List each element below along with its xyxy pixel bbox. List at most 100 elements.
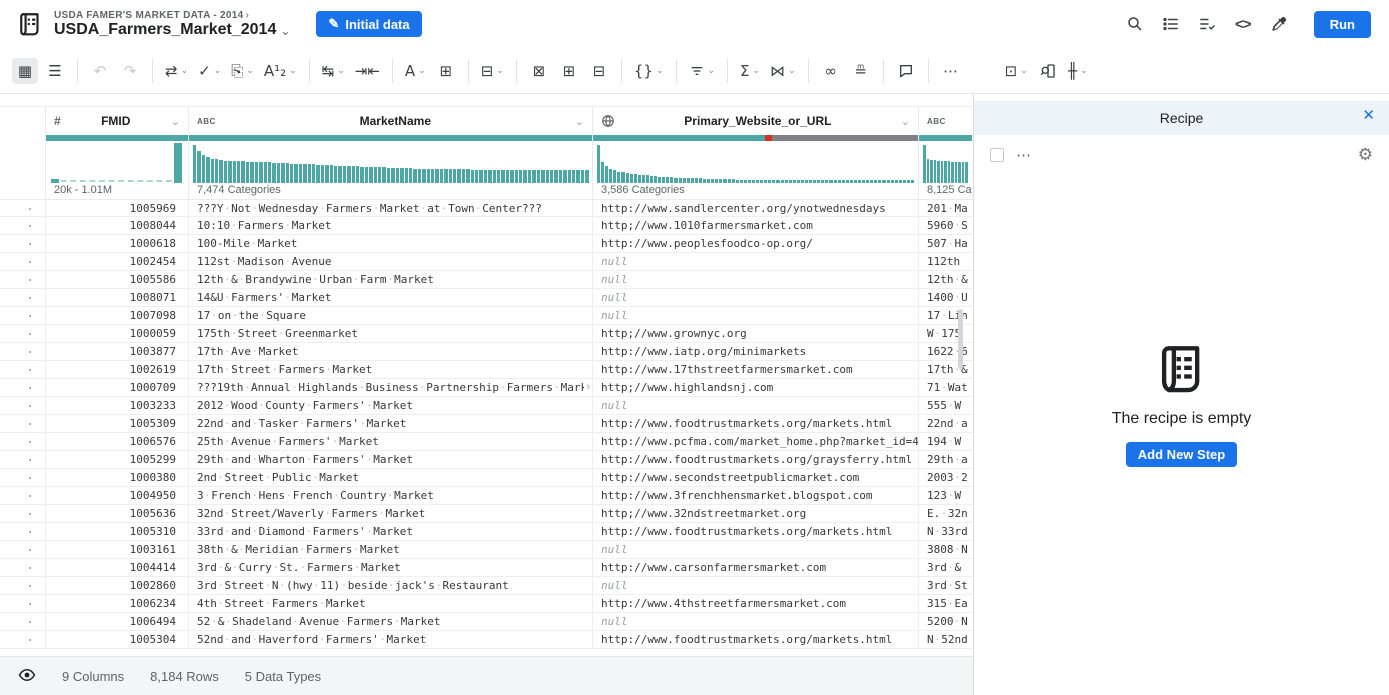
add-new-step-button[interactable]: Add New Step (1126, 442, 1237, 467)
cell-fmid[interactable]: 1005636 (45, 505, 188, 522)
table-row[interactable]: 10049503·French·Hens·French·Country·Mark… (0, 487, 973, 505)
histogram-bar[interactable] (330, 165, 333, 183)
histogram-bar[interactable] (785, 180, 788, 183)
cell-url[interactable]: null (592, 289, 918, 306)
cell-street[interactable]: 2003·2 (918, 469, 972, 486)
table-row[interactable]: 1000709???19th·Annual·Highlands·Business… (0, 379, 973, 397)
histogram-bar[interactable] (343, 166, 346, 183)
columns-count[interactable]: 9 Columns (62, 669, 124, 684)
cell-marketname[interactable]: 12th·&·Brandywine·Urban·Farm·Market (188, 271, 592, 288)
table-row[interactable]: 100529929th·and·Wharton·Farmers'·Marketh… (0, 451, 973, 469)
histogram-bar[interactable] (870, 180, 873, 183)
cell-marketname[interactable]: 2012·Wood·County·Farmers'·Market (188, 397, 592, 414)
histogram-bar[interactable] (321, 165, 324, 183)
select-cells-icon[interactable]: ⊡⌄ (1002, 58, 1031, 84)
row-gutter[interactable] (0, 235, 45, 252)
histogram-bar[interactable] (444, 169, 447, 183)
cell-street[interactable]: 112th (918, 253, 972, 270)
histogram-bar[interactable] (687, 178, 690, 183)
cell-street[interactable]: 3rd·St (918, 577, 972, 594)
cell-url[interactable]: http://www.carsonfarmersmarket.com (592, 559, 918, 576)
histogram-bar[interactable] (715, 179, 718, 183)
cell-street[interactable]: 123·W (918, 487, 972, 504)
cell-fmid[interactable]: 1005304 (45, 631, 188, 648)
histogram-bar[interactable] (546, 170, 549, 183)
histogram-bar[interactable] (515, 170, 518, 183)
histogram-bar[interactable] (699, 178, 702, 183)
histogram-bar[interactable] (581, 170, 584, 183)
histogram-bar[interactable] (764, 180, 767, 183)
histogram-bar[interactable] (838, 180, 841, 183)
histogram-bar[interactable] (400, 168, 403, 183)
cell-street[interactable]: E.·32n (918, 505, 972, 522)
cell-marketname[interactable]: 29th·and·Wharton·Farmers'·Market (188, 451, 592, 468)
row-gutter[interactable] (0, 469, 45, 486)
cell-marketname[interactable]: 3·French·Hens·French·Country·Market (188, 487, 592, 504)
histogram-bar[interactable] (550, 170, 553, 183)
cell-street[interactable]: 17th·& (918, 361, 972, 378)
histogram-bar[interactable] (365, 167, 368, 183)
histogram-bar[interactable] (303, 164, 306, 183)
histogram-bar[interactable] (382, 167, 385, 183)
split-rows-icon[interactable]: ⊠ (526, 58, 552, 84)
row-gutter[interactable] (0, 595, 45, 612)
histogram-bar[interactable] (272, 163, 275, 183)
histogram-bar[interactable] (821, 180, 824, 183)
histogram-bar[interactable] (572, 170, 575, 183)
cell-fmid[interactable]: 1003161 (45, 541, 188, 558)
eyedropper-icon[interactable] (1264, 9, 1294, 39)
histogram-bar[interactable] (576, 170, 579, 183)
histogram-bar[interactable] (809, 180, 812, 183)
cell-fmid[interactable]: 1000059 (45, 325, 188, 342)
cell-fmid[interactable]: 1005586 (45, 271, 188, 288)
column-histogram[interactable] (46, 141, 188, 183)
histogram-bar[interactable] (277, 163, 280, 183)
cell-marketname[interactable]: 22nd·and·Tasker·Farmers'·Market (188, 415, 592, 432)
histogram-bar[interactable] (958, 162, 961, 183)
cell-marketname[interactable]: 2nd·Street·Public·Market (188, 469, 592, 486)
column-menu-icon[interactable]: ⌄ (575, 115, 584, 128)
histogram-bar[interactable] (825, 180, 828, 183)
histogram-bar[interactable] (850, 180, 853, 183)
row-gutter[interactable] (0, 253, 45, 270)
histogram-bar[interactable] (290, 164, 293, 183)
histogram-bar[interactable] (466, 169, 469, 183)
histogram-bar[interactable] (334, 166, 337, 183)
column-histogram[interactable] (189, 141, 592, 183)
cell-marketname[interactable]: 17th·Ave·Market (188, 343, 592, 360)
histogram-bar[interactable] (703, 179, 706, 183)
histogram-bar[interactable] (537, 170, 540, 183)
table-row[interactable]: 100316138th·&·Meridian·Farmers·Marketnul… (0, 541, 973, 559)
histogram-bar[interactable] (471, 170, 474, 183)
histogram-bar[interactable] (679, 178, 682, 183)
cell-marketname[interactable]: 17·on·the·Square (188, 307, 592, 324)
histogram-bar[interactable] (338, 166, 341, 183)
histogram-bar[interactable] (413, 169, 416, 183)
cell-street[interactable]: 71·Wat (918, 379, 972, 396)
cell-fmid[interactable]: 1000709 (45, 379, 188, 396)
row-gutter[interactable] (0, 433, 45, 450)
sample-icon[interactable]: ≞ (848, 58, 874, 84)
cell-marketname[interactable]: 33rd·and·Diamond·Farmers'·Market (188, 523, 592, 540)
row-gutter[interactable] (0, 577, 45, 594)
cell-street[interactable]: 1400·U (918, 289, 972, 306)
histogram-bar[interactable] (281, 163, 284, 183)
cell-marketname[interactable]: 52nd·and·Haverford·Farmers'·Market (188, 631, 592, 648)
column-title-row[interactable]: ABCMarketName⌄ (189, 107, 592, 135)
histogram-bar[interactable] (760, 180, 763, 183)
histogram-bar[interactable] (228, 161, 231, 183)
row-gutter[interactable] (0, 200, 45, 216)
histogram-bar[interactable] (299, 164, 302, 183)
histogram-bar[interactable] (233, 161, 236, 183)
cell-fmid[interactable]: 1002619 (45, 361, 188, 378)
histogram-bar[interactable] (259, 162, 262, 183)
histogram-bar[interactable] (646, 175, 649, 183)
histogram-bar[interactable] (854, 180, 857, 183)
histogram-bar[interactable] (662, 177, 665, 183)
title-dropdown-icon[interactable]: ⌄ (280, 24, 290, 38)
histogram-bar[interactable] (255, 162, 258, 183)
row-gutter[interactable] (0, 631, 45, 648)
histogram-bar[interactable] (683, 178, 686, 183)
cell-marketname[interactable]: ???19th·Annual·Highlands·Business·Partne… (188, 379, 592, 396)
histogram-bar[interactable] (369, 167, 372, 183)
